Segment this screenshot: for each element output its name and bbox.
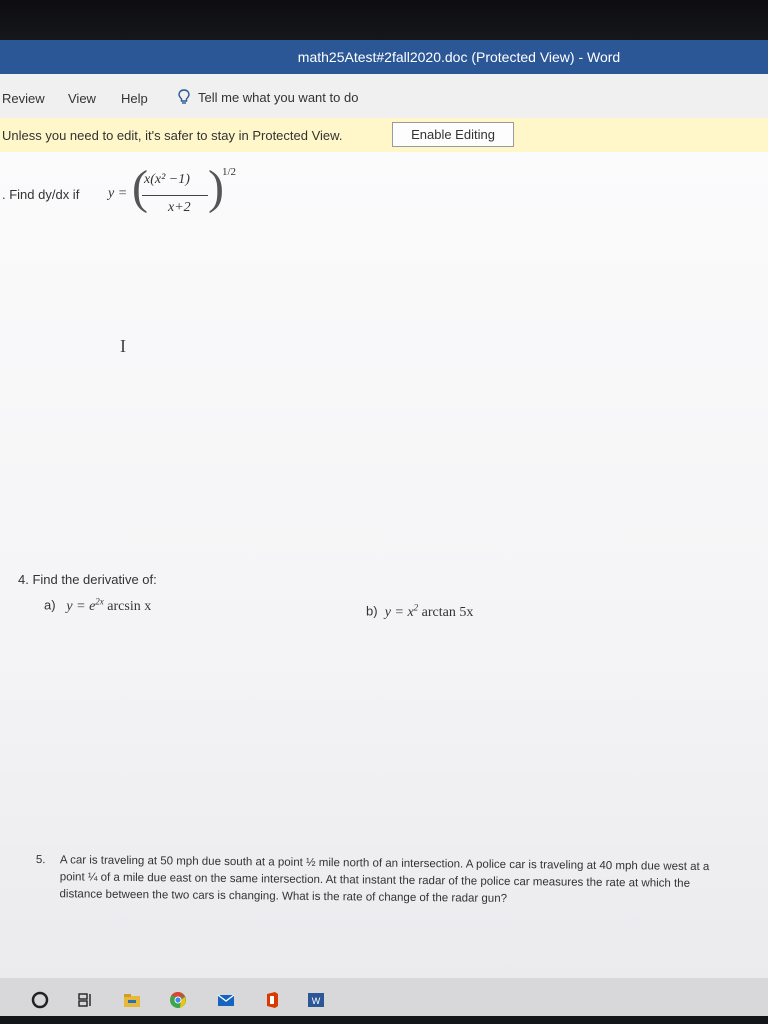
chrome-icon[interactable]: [168, 990, 188, 1010]
question-3-label: . Find dy/dx if: [2, 187, 80, 202]
tell-me-label: Tell me what you want to do: [198, 89, 359, 105]
question-5: 5. A car is traveling at 50 mph due sout…: [35, 852, 715, 910]
question-3-formula: y = ( x(x² −1) x+2 ) 1/2: [108, 164, 248, 224]
formula-numerator: x(x² −1): [144, 172, 190, 187]
enable-editing-button[interactable]: Enable Editing: [392, 122, 514, 147]
tab-help[interactable]: Help: [121, 91, 148, 106]
text-cursor-icon: I: [120, 336, 126, 356]
question-4-label: 4. Find the derivative of:: [18, 572, 157, 587]
cortana-icon[interactable]: [30, 990, 50, 1010]
title-bar: math25Atest#2fall2020.doc (Protected Vie…: [0, 40, 768, 74]
svg-text:W: W: [312, 996, 321, 1006]
lightbulb-icon: [178, 89, 190, 104]
protected-view-message: Unless you need to edit, it's safer to s…: [2, 128, 343, 143]
file-explorer-icon[interactable]: [122, 990, 142, 1010]
monitor-bezel: [0, 0, 768, 40]
formula-lhs: y =: [108, 186, 128, 201]
question-4a: a) y = e2x arcsin x: [44, 596, 151, 615]
question-5-number: 5.: [35, 853, 46, 867]
fraction-bar: [142, 195, 208, 196]
task-view-icon[interactable]: [76, 990, 96, 1010]
document-page[interactable]: . Find dy/dx if y = ( x(x² −1) x+2 ) 1/2…: [0, 152, 768, 978]
question-4b-expression: y = x2 arctan 5x: [384, 602, 474, 620]
question-4b: b) y = x2 arctan 5x: [366, 602, 473, 621]
question-4a-expression: y = e2x arcsin x: [66, 596, 152, 614]
ribbon-tabs: Review View Help Tell me what you want t…: [0, 74, 768, 119]
word-icon[interactable]: W: [306, 990, 326, 1010]
tab-view[interactable]: View: [68, 91, 96, 106]
question-4a-label: a): [44, 597, 56, 613]
protected-view-bar: Unless you need to edit, it's safer to s…: [0, 118, 768, 153]
tell-me-search[interactable]: Tell me what you want to do: [178, 89, 358, 105]
tab-review[interactable]: Review: [2, 91, 45, 106]
question-4b-label: b): [366, 603, 378, 619]
formula-denominator: x+2: [168, 200, 191, 215]
question-5-text: A car is traveling at 50 mph due south a…: [59, 854, 710, 905]
office-icon[interactable]: [262, 990, 282, 1010]
monitor-bezel-bottom: [0, 1016, 768, 1024]
window-title: math25Atest#2fall2020.doc (Protected Vie…: [297, 49, 621, 65]
formula-exponent: 1/2: [222, 166, 237, 178]
mail-icon[interactable]: [216, 990, 236, 1010]
